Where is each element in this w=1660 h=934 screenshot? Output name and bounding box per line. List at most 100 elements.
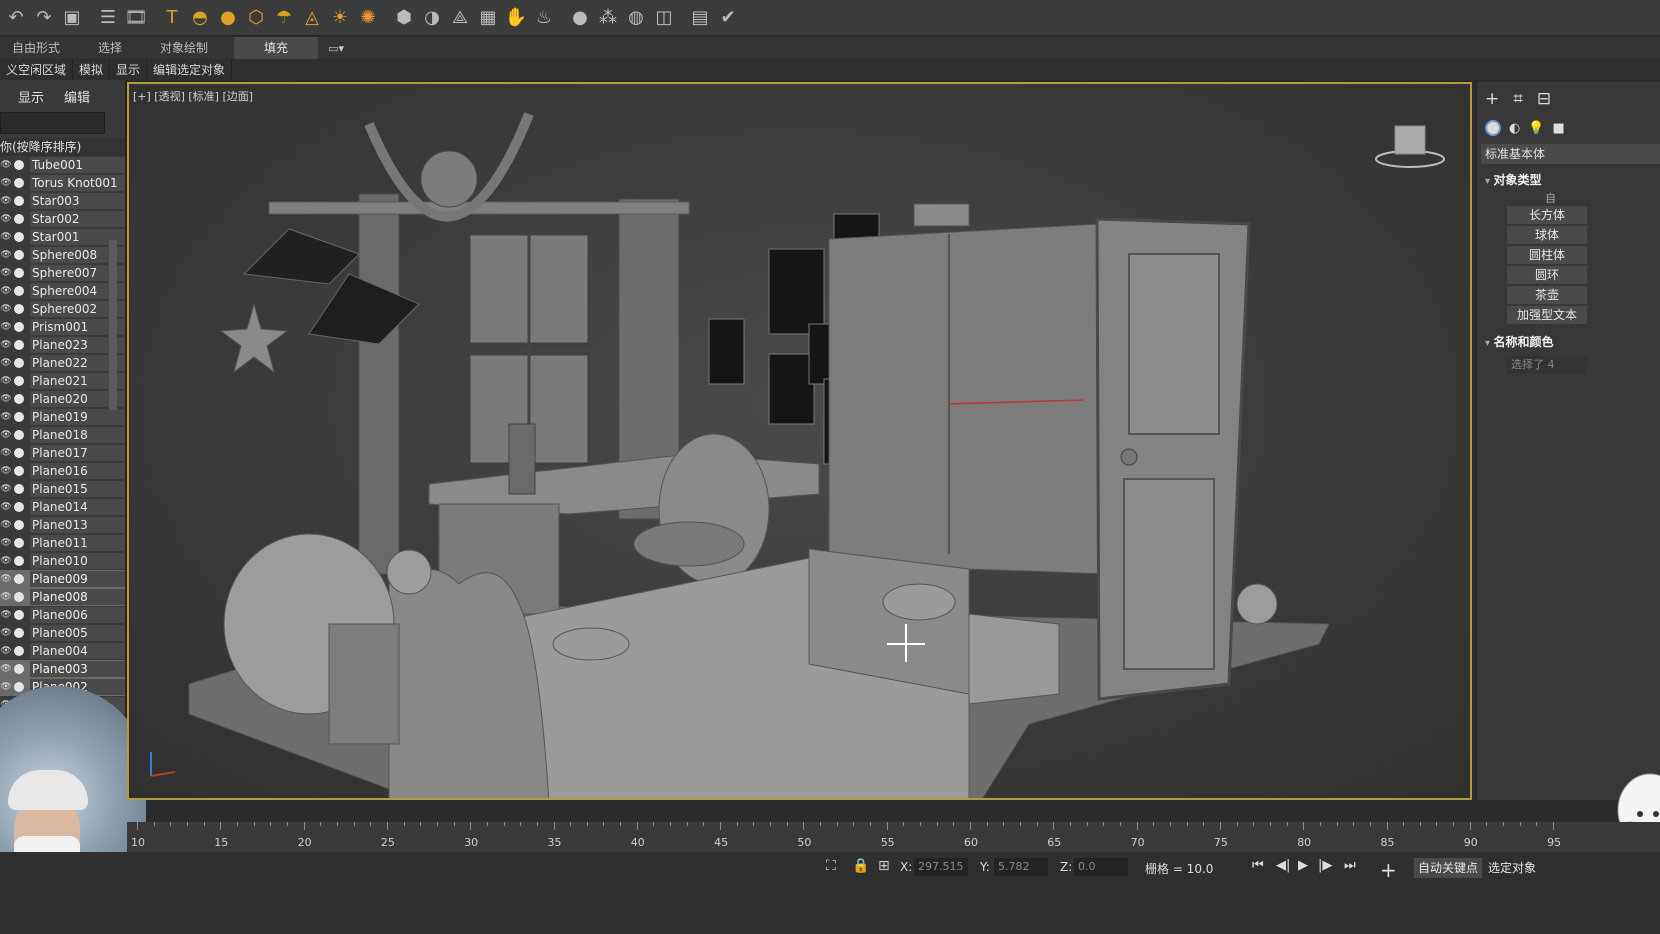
primitive-button[interactable]: 圆环 bbox=[1507, 266, 1587, 284]
cone-shape-icon[interactable]: ◬ bbox=[298, 3, 326, 33]
object-row[interactable]: 👁 Plane015 bbox=[0, 480, 125, 498]
ribbon-tab-0[interactable]: 自由形式 bbox=[0, 37, 86, 59]
object-row[interactable]: 👁 Plane011 bbox=[0, 534, 125, 552]
primitive-button[interactable]: 球体 bbox=[1507, 226, 1587, 244]
freeze-toggle-icon[interactable] bbox=[14, 592, 24, 602]
object-row[interactable]: 👁 Plane014 bbox=[0, 498, 125, 516]
material-editor-icon[interactable]: ⁂ bbox=[594, 3, 622, 33]
geosphere-icon[interactable]: ⬡ bbox=[242, 3, 270, 33]
freeze-toggle-icon[interactable] bbox=[14, 412, 24, 422]
primitive-button[interactable]: 长方体 bbox=[1507, 206, 1587, 224]
visibility-eye-icon[interactable]: 👁 bbox=[0, 376, 12, 386]
perspective-viewport[interactable]: [+] [透视] [标准] [边面] bbox=[127, 82, 1472, 800]
object-type-rollout[interactable]: 对象类型 bbox=[1477, 170, 1660, 190]
geometry-category-icon[interactable] bbox=[1485, 120, 1501, 136]
visibility-eye-icon[interactable]: 👁 bbox=[0, 412, 12, 422]
visibility-eye-icon[interactable]: 👁 bbox=[0, 610, 12, 620]
object-row[interactable]: 👁 Plane009 bbox=[0, 570, 125, 588]
shapes-category-icon[interactable]: ◐ bbox=[1509, 121, 1520, 136]
render-frame-icon[interactable]: ◫ bbox=[650, 3, 678, 33]
freeze-toggle-icon[interactable] bbox=[14, 232, 24, 242]
sphere-map-icon[interactable]: ◑ bbox=[418, 3, 446, 33]
key-filter-dropdown[interactable]: 选定对象 bbox=[1484, 858, 1541, 878]
visibility-eye-icon[interactable]: 👁 bbox=[0, 448, 12, 458]
grid-icon[interactable]: ▦ bbox=[474, 3, 502, 33]
object-row[interactable]: 👁 Plane004 bbox=[0, 642, 125, 660]
freeze-toggle-icon[interactable] bbox=[14, 520, 24, 530]
object-row[interactable]: 👁 Plane019 bbox=[0, 408, 125, 426]
freeze-toggle-icon[interactable] bbox=[14, 646, 24, 656]
visibility-eye-icon[interactable]: 👁 bbox=[0, 628, 12, 638]
visibility-eye-icon[interactable]: 👁 bbox=[0, 574, 12, 584]
fire-icon[interactable]: ♨ bbox=[530, 3, 558, 33]
ribbon-tab-1[interactable]: 选择 bbox=[86, 37, 148, 59]
view-icon[interactable]: ▤ bbox=[686, 3, 714, 33]
sky-light-icon[interactable]: ✺ bbox=[354, 3, 382, 33]
object-row[interactable]: 👁 Plane010 bbox=[0, 552, 125, 570]
visibility-eye-icon[interactable]: 👁 bbox=[0, 358, 12, 368]
explorer-menu-display[interactable]: 显示 bbox=[18, 87, 44, 106]
vray-icon[interactable]: ✔ bbox=[714, 3, 742, 33]
object-row[interactable]: 👁 Sphere008 bbox=[0, 246, 125, 264]
visibility-eye-icon[interactable]: 👁 bbox=[0, 286, 12, 296]
autogrid-checkbox[interactable]: 自 bbox=[1477, 190, 1660, 205]
object-row[interactable]: 👁 Star001 bbox=[0, 228, 125, 246]
primitive-button[interactable]: 加强型文本 bbox=[1507, 306, 1587, 324]
visibility-eye-icon[interactable]: 👁 bbox=[0, 250, 12, 260]
object-row[interactable]: 👁 Plane021 bbox=[0, 372, 125, 390]
visibility-eye-icon[interactable]: 👁 bbox=[0, 520, 12, 530]
freeze-toggle-icon[interactable] bbox=[14, 484, 24, 494]
selection-lock-icon[interactable]: ⛶ bbox=[826, 858, 836, 874]
visibility-eye-icon[interactable]: 👁 bbox=[0, 214, 12, 224]
ribbon-tab-2[interactable]: 对象绘制 bbox=[148, 37, 234, 59]
name-color-rollout[interactable]: 名称和颜色 bbox=[1477, 332, 1660, 352]
visibility-eye-icon[interactable]: 👁 bbox=[0, 502, 12, 512]
subtab-2[interactable]: 显示 bbox=[110, 60, 148, 80]
selection-name-field[interactable]: 选择了 4 bbox=[1507, 356, 1587, 374]
object-row[interactable]: 👁 Plane003 bbox=[0, 660, 125, 678]
visibility-eye-icon[interactable]: 👁 bbox=[0, 340, 12, 350]
y-coordinate-field[interactable]: 5.782 bbox=[994, 858, 1048, 876]
freeze-toggle-icon[interactable] bbox=[14, 196, 24, 206]
create-tab-icon[interactable]: + bbox=[1485, 89, 1499, 109]
explorer-column-header[interactable]: 你(按降序排序) bbox=[0, 138, 125, 156]
object-row[interactable]: 👁 Tube001 bbox=[0, 156, 125, 174]
object-row[interactable]: 👁 Plane013 bbox=[0, 516, 125, 534]
subtab-0[interactable]: 义空闲区域 bbox=[0, 60, 74, 80]
open-icon[interactable]: ▣ bbox=[58, 3, 86, 33]
bend-icon[interactable]: ⟁ bbox=[446, 3, 474, 33]
x-coordinate-field[interactable]: 297.515 bbox=[914, 858, 968, 876]
object-row[interactable]: 👁 Sphere007 bbox=[0, 264, 125, 282]
light-shape-icon[interactable]: ● bbox=[214, 3, 242, 33]
freeze-toggle-icon[interactable] bbox=[14, 448, 24, 458]
primitive-button[interactable]: 茶壶 bbox=[1507, 286, 1587, 304]
viewcube-icon[interactable] bbox=[1370, 114, 1450, 184]
material-ball-icon[interactable]: ● bbox=[566, 3, 594, 33]
cameras-category-icon[interactable]: ■ bbox=[1553, 121, 1565, 136]
object-row[interactable]: 👁 Plane008 bbox=[0, 588, 125, 606]
prev-frame-icon[interactable]: ◀| bbox=[1276, 858, 1290, 873]
object-row[interactable]: 👁 Plane016 bbox=[0, 462, 125, 480]
freeze-toggle-icon[interactable] bbox=[14, 394, 24, 404]
torus-knot-icon[interactable]: ☂ bbox=[270, 3, 298, 33]
freeze-toggle-icon[interactable] bbox=[14, 268, 24, 278]
freeze-toggle-icon[interactable] bbox=[14, 502, 24, 512]
render-icon[interactable]: ◍ bbox=[622, 3, 650, 33]
primitive-type-dropdown[interactable]: 标准基本体 bbox=[1481, 144, 1660, 164]
visibility-eye-icon[interactable]: 👁 bbox=[0, 538, 12, 548]
visibility-eye-icon[interactable]: 👁 bbox=[0, 304, 12, 314]
set-key-icon[interactable]: + bbox=[1380, 858, 1397, 882]
visibility-eye-icon[interactable]: 👁 bbox=[0, 484, 12, 494]
object-row[interactable]: 👁 Sphere002 bbox=[0, 300, 125, 318]
visibility-eye-icon[interactable]: 👁 bbox=[0, 664, 12, 674]
subtab-1[interactable]: 模拟 bbox=[73, 60, 111, 80]
visibility-eye-icon[interactable]: 👁 bbox=[0, 160, 12, 170]
auto-key-button[interactable]: 自动关键点 bbox=[1414, 858, 1483, 878]
viewport-label[interactable]: [+] [透视] [标准] [边面] bbox=[133, 88, 253, 104]
freeze-toggle-icon[interactable] bbox=[14, 466, 24, 476]
visibility-eye-icon[interactable]: 👁 bbox=[0, 394, 12, 404]
visibility-eye-icon[interactable]: 👁 bbox=[0, 646, 12, 656]
ribbon-tab-3[interactable]: 填充 bbox=[234, 37, 319, 59]
freeze-toggle-icon[interactable] bbox=[14, 628, 24, 638]
hierarchy-tab-icon[interactable]: ⊟ bbox=[1537, 89, 1551, 109]
